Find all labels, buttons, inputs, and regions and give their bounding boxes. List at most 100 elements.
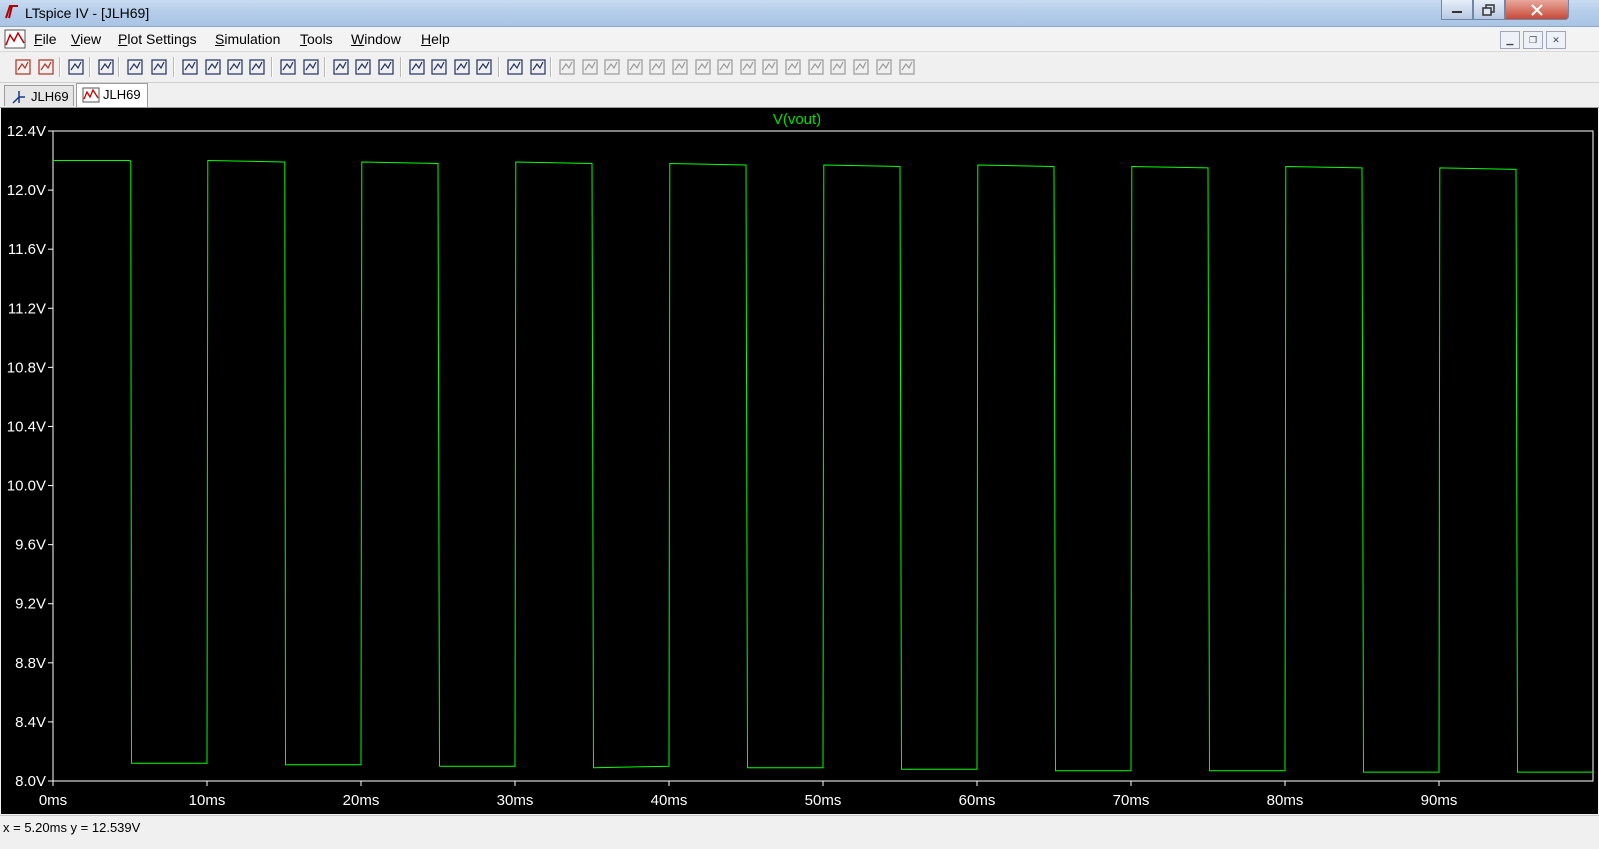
waveform-icon bbox=[82, 87, 100, 103]
capacitor-icon[interactable] bbox=[648, 58, 666, 76]
restore-button[interactable] bbox=[1473, 0, 1505, 20]
spice-directive-icon[interactable] bbox=[898, 58, 916, 76]
menu-tools-rest: ools bbox=[307, 31, 333, 47]
window-title: LTspice IV - [JLH69] bbox=[25, 5, 150, 21]
move-icon[interactable] bbox=[739, 58, 757, 76]
x-tick-label: 20ms bbox=[343, 792, 380, 809]
tile-horizontal-icon[interactable] bbox=[332, 58, 350, 76]
mdi-close-button[interactable]: ✕ bbox=[1546, 31, 1566, 49]
y-tick-label: 12.4V bbox=[7, 123, 46, 140]
rotate-icon[interactable] bbox=[829, 58, 847, 76]
toolbar-separator bbox=[59, 57, 61, 77]
copy-icon[interactable] bbox=[430, 58, 448, 76]
status-bar: x = 5.20ms y = 12.539V bbox=[0, 815, 1599, 849]
toolbar-separator bbox=[118, 57, 120, 77]
toolbar-separator bbox=[498, 57, 500, 77]
menu-simulation[interactable]: Simulation bbox=[215, 31, 280, 47]
cursor-readout: x = 5.20ms y = 12.539V bbox=[3, 820, 141, 835]
menu-bar: File View Plot Settings Simulation Tools… bbox=[0, 27, 1599, 52]
menu-tools-accel: T bbox=[300, 31, 307, 47]
x-tick-label: 70ms bbox=[1113, 792, 1150, 809]
minimize-button[interactable] bbox=[1441, 0, 1473, 20]
y-tick-label: 8.8V bbox=[15, 655, 46, 672]
cut-icon[interactable] bbox=[408, 58, 426, 76]
x-tick-label: 0ms bbox=[39, 792, 67, 809]
y-tick-label: 11.6V bbox=[8, 241, 46, 258]
ltspice-logo-icon bbox=[5, 5, 18, 19]
x-tick-label: 80ms bbox=[1267, 792, 1304, 809]
print-preview-icon[interactable] bbox=[506, 58, 524, 76]
menu-help[interactable]: Help bbox=[421, 31, 450, 47]
restore-icon bbox=[1482, 3, 1495, 16]
zoom-full-icon[interactable] bbox=[226, 58, 244, 76]
waveform-plot[interactable]: V(vout) 12.4V 12.0V 11.6V 11.2V 10.8V 10.4V 10… bbox=[1, 108, 1598, 814]
menu-view-rest: iew bbox=[80, 31, 102, 47]
menu-plot-settings-rest: lot Settings bbox=[127, 31, 197, 47]
mdi-restore-button[interactable]: ❐ bbox=[1523, 31, 1543, 49]
menu-file-rest: ile bbox=[42, 31, 57, 47]
x-axis: 0ms 10ms 20ms 30ms 40ms 50ms 60ms 70ms 80ms 90ms bbox=[39, 781, 1457, 809]
menu-simulation-accel: S bbox=[215, 31, 225, 47]
menu-view-accel: V bbox=[71, 31, 81, 47]
y-tick-label: 9.6V bbox=[15, 537, 46, 554]
drag-icon[interactable] bbox=[761, 58, 779, 76]
y-axis: 12.4V 12.0V 11.6V 11.2V 10.8V 10.4V 10.0V 9.6V 9… bbox=[7, 123, 53, 790]
toolbar-separator bbox=[89, 57, 91, 77]
y-tick-label: 9.2V bbox=[15, 596, 46, 613]
open-icon[interactable] bbox=[37, 58, 55, 76]
toolbar bbox=[0, 52, 1599, 83]
trace-vout bbox=[53, 159, 1593, 773]
resistor-icon[interactable] bbox=[626, 58, 644, 76]
print-icon[interactable] bbox=[529, 58, 547, 76]
x-tick-label: 40ms bbox=[651, 792, 688, 809]
zoom-in-icon[interactable] bbox=[181, 58, 199, 76]
zoom-cancel-icon[interactable] bbox=[248, 58, 266, 76]
toolbar-separator bbox=[400, 57, 402, 77]
menu-tools[interactable]: Tools bbox=[300, 31, 333, 47]
waveform-doc-icon[interactable] bbox=[4, 29, 26, 49]
redo-icon[interactable] bbox=[807, 58, 825, 76]
paste-icon[interactable] bbox=[453, 58, 471, 76]
label-net-icon[interactable] bbox=[603, 58, 621, 76]
pick-visible-traces-icon[interactable] bbox=[302, 58, 320, 76]
zoom-out-icon[interactable] bbox=[204, 58, 222, 76]
wire-icon[interactable] bbox=[558, 58, 576, 76]
autorange-icon[interactable] bbox=[279, 58, 297, 76]
tab-waveform-label: JLH69 bbox=[103, 87, 141, 102]
close-all-icon[interactable] bbox=[377, 58, 395, 76]
menu-window[interactable]: Window bbox=[351, 31, 401, 47]
cascade-icon[interactable] bbox=[354, 58, 372, 76]
y-tick-label: 10.8V bbox=[7, 359, 46, 376]
component-icon[interactable] bbox=[716, 58, 734, 76]
tab-schematic[interactable]: JLH69 bbox=[4, 85, 74, 106]
new-schematic-icon[interactable] bbox=[14, 58, 32, 76]
undo-icon[interactable] bbox=[784, 58, 802, 76]
y-tick-label: 8.0V bbox=[15, 773, 46, 790]
find-icon[interactable] bbox=[475, 58, 493, 76]
toolbar-separator bbox=[324, 57, 326, 77]
run-icon[interactable] bbox=[126, 58, 144, 76]
menu-view[interactable]: View bbox=[71, 31, 101, 47]
waveform-plot-pane[interactable]: V(vout) 12.4V 12.0V 11.6V 11.2V 10.8V 10.4V 10… bbox=[1, 108, 1598, 814]
mirror-icon[interactable] bbox=[852, 58, 870, 76]
text-icon[interactable] bbox=[875, 58, 893, 76]
y-tick-label: 8.4V bbox=[15, 714, 46, 731]
tab-waveform[interactable]: JLH69 bbox=[76, 83, 148, 107]
control-panel-icon[interactable] bbox=[97, 58, 115, 76]
minimize-icon bbox=[1452, 10, 1462, 13]
menu-help-rest: elp bbox=[431, 31, 450, 47]
toolbar-separator bbox=[173, 57, 175, 77]
trace-label[interactable]: V(vout) bbox=[773, 111, 821, 128]
inductor-icon[interactable] bbox=[671, 58, 689, 76]
close-button[interactable] bbox=[1505, 0, 1569, 20]
save-icon[interactable] bbox=[67, 58, 85, 76]
mdi-minimize-button[interactable]: ▁ bbox=[1500, 31, 1520, 49]
menu-plot-settings[interactable]: Plot Settings bbox=[118, 31, 197, 47]
ground-icon[interactable] bbox=[581, 58, 599, 76]
y-tick-label: 10.4V bbox=[7, 418, 46, 435]
toolbar-separator bbox=[271, 57, 273, 77]
diode-icon[interactable] bbox=[694, 58, 712, 76]
tab-schematic-label: JLH69 bbox=[31, 89, 69, 104]
halt-icon[interactable] bbox=[150, 58, 168, 76]
menu-file[interactable]: File bbox=[34, 31, 57, 47]
